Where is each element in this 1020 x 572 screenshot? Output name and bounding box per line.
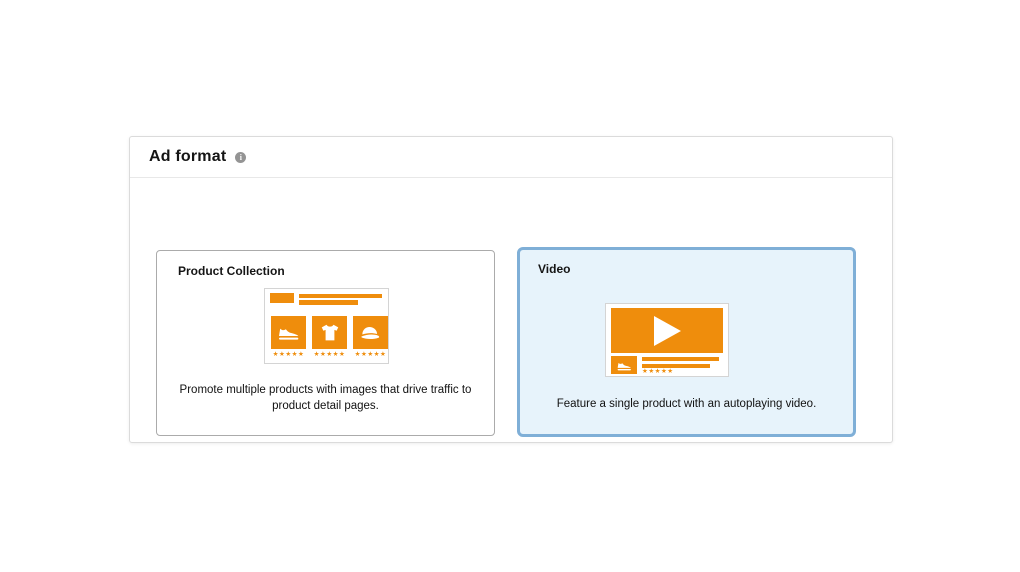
rating-stars: ★★★★★ <box>312 351 347 359</box>
card-title: Video <box>538 262 570 276</box>
panel-body: Product Collection <box>130 178 892 442</box>
card-title: Product Collection <box>178 264 285 278</box>
panel-title: Ad format <box>149 148 226 166</box>
headline-line <box>299 294 382 298</box>
info-icon[interactable]: i <box>235 152 246 163</box>
ad-format-card-product-collection[interactable]: Product Collection <box>156 250 495 436</box>
ad-format-panel: Ad format i Product Collection <box>129 136 893 443</box>
rating-stars: ★★★★★ <box>353 351 388 359</box>
card-description: Promote multiple products with images th… <box>171 382 480 414</box>
cap-icon <box>359 324 382 342</box>
headline-line <box>642 357 719 361</box>
tshirt-icon <box>319 322 341 344</box>
page: Ad format i Product Collection <box>0 0 1020 572</box>
brand-logo-bar <box>270 293 294 303</box>
sneaker-icon <box>616 359 633 372</box>
product-collection-illustration: ★★★★★ ★★★★★ ★★★★★ <box>264 288 389 364</box>
product-tile <box>353 316 388 349</box>
product-tile <box>271 316 306 349</box>
rating-stars: ★★★★★ <box>642 368 692 376</box>
ad-format-card-video[interactable]: Video <box>517 247 856 437</box>
video-player-rect <box>611 308 723 353</box>
play-icon <box>654 316 681 346</box>
product-thumb-tile <box>611 356 637 374</box>
subline-line <box>299 300 358 305</box>
video-illustration: ★★★★★ <box>605 303 729 377</box>
product-tile <box>312 316 347 349</box>
rating-stars: ★★★★★ <box>271 351 306 359</box>
sneaker-icon <box>277 323 301 342</box>
card-description: Feature a single product with an autopla… <box>534 396 839 412</box>
panel-header: Ad format i <box>130 137 892 178</box>
